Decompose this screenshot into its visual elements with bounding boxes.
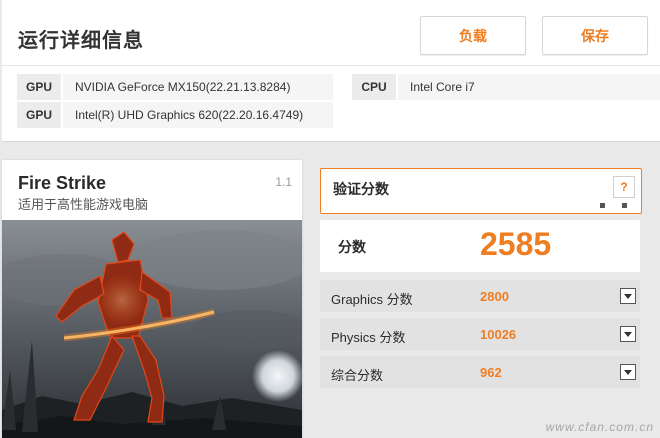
page-title: 运行详细信息 <box>18 30 144 52</box>
score-label: 分数 <box>338 239 366 255</box>
verify-score-box[interactable]: 验证分数 ? <box>320 168 642 214</box>
combined-score-row[interactable]: 综合分数 962 <box>320 356 640 388</box>
help-button[interactable]: ? <box>613 176 635 198</box>
load-button[interactable]: 负载 <box>420 16 526 55</box>
physics-score-row[interactable]: Physics 分数 10026 <box>320 318 640 350</box>
test-version: 1.1 <box>275 175 292 189</box>
sub-score-value: 10026 <box>480 327 517 342</box>
spec-row-cpu: CPU Intel Core i7 <box>352 74 660 100</box>
sub-score-value: 962 <box>480 365 502 380</box>
spec-row-gpu-2: GPU Intel(R) UHD Graphics 620(22.20.16.4… <box>17 102 333 128</box>
spec-key: GPU <box>17 102 61 128</box>
expand-icon[interactable] <box>620 326 636 342</box>
expand-icon[interactable] <box>620 288 636 304</box>
spec-value: Intel(R) UHD Graphics 620(22.20.16.4749) <box>63 102 333 128</box>
artwork-illustration <box>2 220 302 438</box>
sub-score-label: Graphics 分数 <box>331 292 413 307</box>
save-button[interactable]: 保存 <box>542 16 648 55</box>
watermark: www.cfan.com.cn <box>545 420 654 434</box>
run-details-panel: 运行详细信息 负载 保存 GPU NVIDIA GeForce MX150(22… <box>2 0 660 142</box>
sub-score-value: 2800 <box>480 289 509 304</box>
score-value: 2585 <box>480 226 552 262</box>
divider <box>2 65 660 66</box>
verify-score-label: 验证分数 <box>333 181 389 197</box>
indicator-dot <box>622 203 627 208</box>
sub-score-label: Physics 分数 <box>331 330 406 345</box>
spec-value: Intel Core i7 <box>398 74 660 100</box>
graphics-score-row[interactable]: Graphics 分数 2800 <box>320 280 640 312</box>
spec-value: NVIDIA GeForce MX150(22.21.13.8284) <box>63 74 333 100</box>
spec-key: GPU <box>17 74 61 100</box>
test-subtitle: 适用于高性能游戏电脑 <box>18 197 149 212</box>
spec-row-gpu-1: GPU NVIDIA GeForce MX150(22.21.13.8284) <box>17 74 333 100</box>
expand-icon[interactable] <box>620 364 636 380</box>
overall-score-box: 分数 2585 <box>320 220 640 272</box>
test-name: Fire Strike <box>18 173 107 193</box>
spec-key: CPU <box>352 74 396 100</box>
sub-score-label: 综合分数 <box>331 368 384 383</box>
fire-strike-artwork <box>2 220 302 438</box>
indicator-dot <box>600 203 605 208</box>
benchmark-test-card: Fire Strike 适用于高性能游戏电脑 1.1 <box>2 160 302 438</box>
